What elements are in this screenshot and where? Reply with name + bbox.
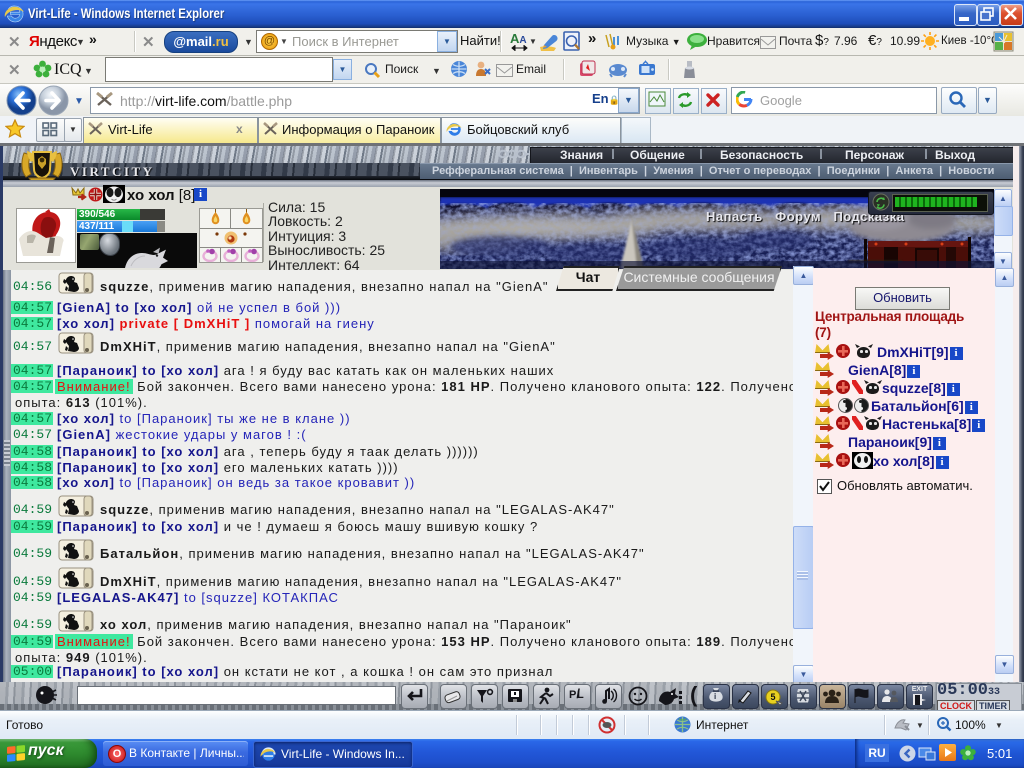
svg-text:5: 5: [771, 692, 776, 702]
svg-text:i: i: [714, 692, 716, 701]
